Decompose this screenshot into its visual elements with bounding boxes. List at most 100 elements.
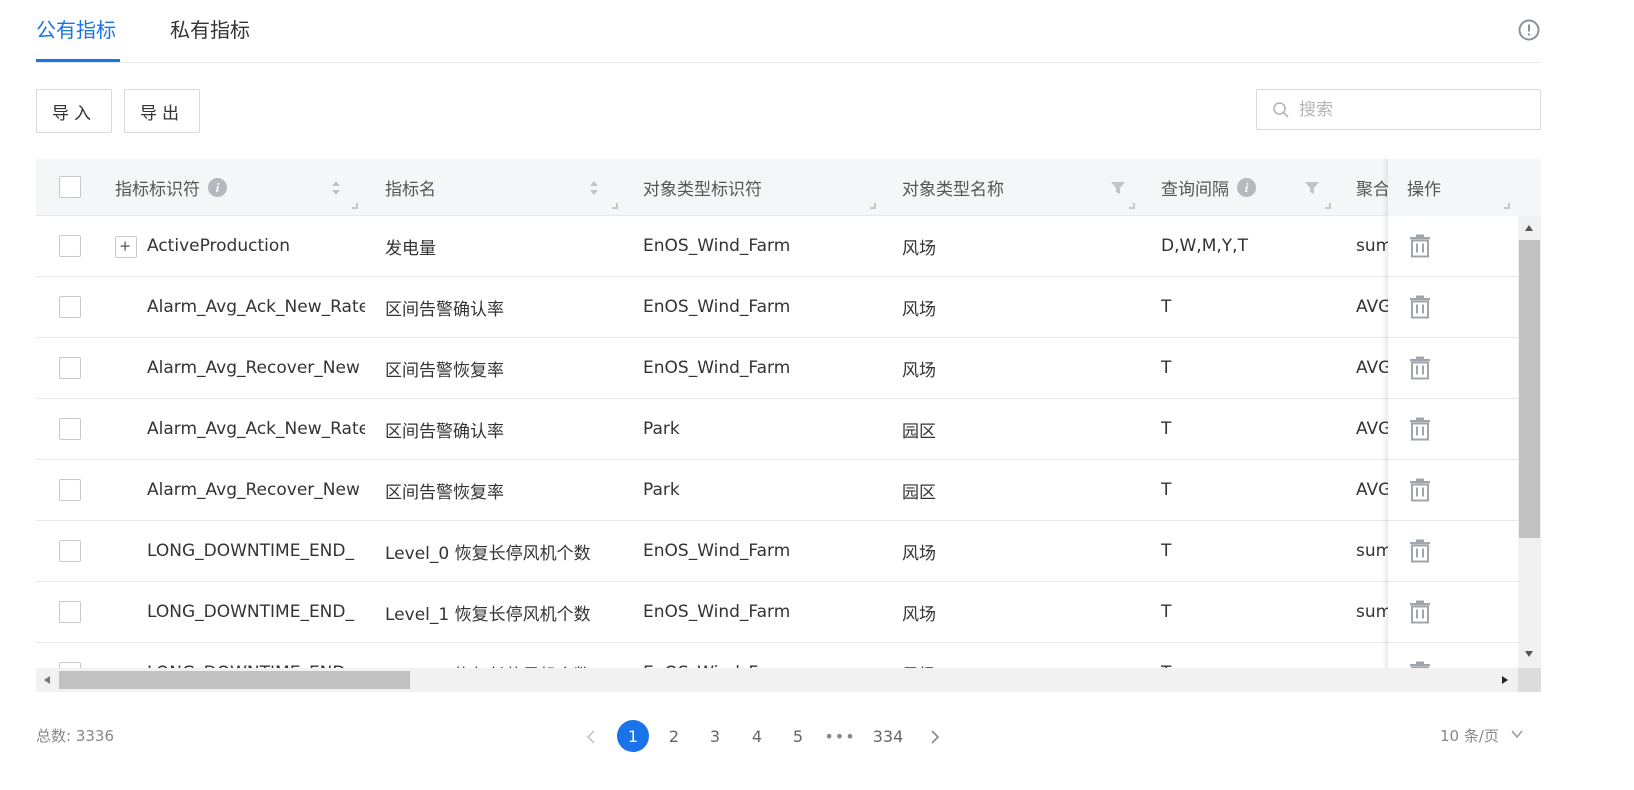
cell-type-name: 风场 [902,604,936,625]
tab-private-metrics[interactable]: 私有指标 [170,16,250,44]
scroll-down-icon[interactable] [1524,650,1534,658]
page-3-button[interactable]: 3 [703,720,727,752]
help-icon[interactable] [1518,19,1540,41]
cell-type-id: EnOS_Wind_Farm [643,236,791,256]
cell-name: 发电量 [385,238,436,259]
ops-cell [1388,338,1518,399]
prev-page-icon[interactable] [585,729,597,745]
vertical-scroll-thumb[interactable] [1519,240,1540,538]
page-4-button[interactable]: 4 [745,720,769,752]
sort-icon[interactable] [589,179,599,197]
cell-interval: T [1161,480,1172,500]
ops-cell [1388,277,1518,338]
info-icon[interactable]: i [1237,178,1256,197]
chevron-down-icon[interactable] [1510,727,1524,741]
cell-interval: T [1161,419,1172,439]
cell-type-name: 园区 [902,421,936,442]
horizontal-scrollbar[interactable] [36,668,1518,692]
page-size-select[interactable]: 10 条/页 [1440,725,1499,746]
cell-name: 区间告警确认率 [385,421,504,442]
filter-icon[interactable] [1305,181,1319,195]
table-row[interactable]: ActiveProduction 发电量 EnOS_Wind_Farm 风场 D… [36,216,1541,277]
delete-icon[interactable] [1409,600,1431,624]
import-button[interactable]: 导入 [36,89,112,133]
ops-cell [1388,521,1518,582]
table-row[interactable]: Alarm_Avg_Recover_New 区间告警恢复率 EnOS_Wind_… [36,338,1541,399]
row-checkbox[interactable] [59,418,81,440]
column-resize-handle[interactable] [612,203,618,209]
delete-icon[interactable] [1409,539,1431,563]
next-page-icon[interactable] [929,729,941,745]
filter-icon[interactable] [1111,181,1125,195]
cell-name: Level_1 恢复长停风机个数 [385,604,591,625]
cell-name: 区间告警确认率 [385,299,504,320]
delete-icon[interactable] [1409,661,1431,668]
horizontal-scroll-thumb[interactable] [59,671,410,689]
row-checkbox[interactable] [59,540,81,562]
cell-interval: T [1161,541,1172,561]
column-resize-handle[interactable] [870,203,876,209]
table-row[interactable]: Alarm_Avg_Ack_New_Rate 区间告警确认率 EnOS_Wind… [36,277,1541,338]
col-header-id[interactable]: 指标标识符 i [115,159,365,216]
col-header-ops: 操作 [1407,180,1441,200]
info-icon[interactable]: i [208,178,227,197]
total-count: 总数: 3336 [36,727,114,745]
ops-cell [1388,582,1518,643]
col-header-interval[interactable]: 查询间隔 i [1161,159,1301,216]
sort-icon[interactable] [331,179,341,197]
search-icon [1273,102,1289,118]
scroll-up-icon[interactable] [1524,224,1534,232]
cell-type-id: EnOS_Wind_Farm [643,358,791,378]
column-resize-handle[interactable] [1504,203,1510,209]
table-row[interactable]: LONG_DOWNTIME_END_ Level_2 恢复长停风机个数 EnOS… [36,643,1541,668]
delete-icon[interactable] [1409,234,1431,258]
row-checkbox[interactable] [59,296,81,318]
cell-interval: D,W,M,Y,T [1161,236,1248,256]
cell-type-id: EnOS_Wind_Farm [643,541,791,561]
row-checkbox[interactable] [59,479,81,501]
vertical-scrollbar[interactable] [1518,216,1541,668]
cell-id: Alarm_Avg_Recover_New [147,480,360,500]
table-row[interactable]: Alarm_Avg_Ack_New_Rate 区间告警确认率 Park 园区 T… [36,399,1541,460]
column-resize-handle[interactable] [1129,203,1135,209]
select-all-checkbox[interactable] [59,176,81,198]
tab-public-metrics[interactable]: 公有指标 [36,16,116,44]
column-resize-handle[interactable] [352,203,358,209]
delete-icon[interactable] [1409,295,1431,319]
cell-id: Alarm_Avg_Recover_New [147,358,360,378]
row-checkbox[interactable] [59,601,81,623]
page-334-button[interactable]: 334 [866,720,910,752]
delete-icon[interactable] [1409,356,1431,380]
export-button[interactable]: 导出 [124,89,200,133]
page-ellipsis[interactable]: ••• [824,720,856,752]
col-header-type-id[interactable]: 对象类型标识符 [643,159,873,216]
cell-id: Alarm_Avg_Ack_New_Rate [147,419,365,439]
table-row[interactable]: Alarm_Avg_Recover_New 区间告警恢复率 Park 园区 T … [36,460,1541,521]
cell-name: Level_2 恢复长停风机个数 [385,643,625,669]
row-checkbox[interactable] [59,235,81,257]
table-row[interactable]: LONG_DOWNTIME_END_ Level_1 恢复长停风机个数 EnOS… [36,582,1541,643]
cell-name: 区间告警恢复率 [385,360,504,381]
scroll-right-icon[interactable] [1501,675,1509,685]
cell-type-name: 风场 [902,360,936,381]
delete-icon[interactable] [1409,478,1431,502]
fixed-column-shadow [1382,159,1388,668]
cell-type-name: 园区 [902,482,936,503]
column-resize-handle[interactable] [1325,203,1331,209]
delete-icon[interactable] [1409,417,1431,441]
ops-cell [1388,643,1518,668]
table-row[interactable]: LONG_DOWNTIME_END_ Level_0 恢复长停风机个数 EnOS… [36,521,1541,582]
page-5-button[interactable]: 5 [786,720,810,752]
cell-type-name: 风场 [902,543,936,564]
scroll-left-icon[interactable] [43,675,51,685]
col-header-name[interactable]: 指标名 [385,159,605,216]
cell-type-name: 风场 [902,238,936,259]
row-checkbox[interactable] [59,357,81,379]
search-input[interactable] [1299,90,1534,129]
active-tab-indicator [36,59,120,62]
col-header-type-name[interactable]: 对象类型名称 [902,159,1102,216]
expand-row-button[interactable] [115,236,137,258]
page-2-button[interactable]: 2 [662,720,686,752]
page-1-button[interactable]: 1 [617,720,649,752]
col-header-id-label: 指标标识符 [115,180,200,200]
